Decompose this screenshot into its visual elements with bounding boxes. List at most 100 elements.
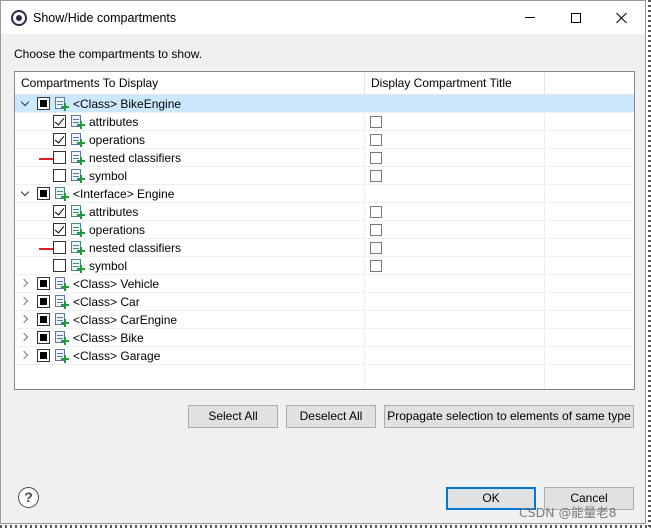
display-checkbox[interactable] [37, 187, 50, 200]
table-header: Compartments To Display Display Compartm… [15, 72, 634, 95]
display-checkbox[interactable] [37, 331, 50, 344]
title-bar[interactable]: Show/Hide compartments [1, 1, 645, 34]
row-tree-cell: <Class> BikeEngine [15, 95, 365, 113]
class-icon [54, 312, 69, 327]
row-title-cell [365, 131, 545, 149]
chevron-down-icon[interactable] [22, 99, 30, 107]
chevron-down-icon[interactable] [22, 189, 30, 197]
display-checkbox[interactable] [53, 169, 66, 182]
row-tree-cell: <Class> Bike [15, 329, 365, 347]
row-tree-cell: operations [15, 131, 365, 149]
table-body: <Class> BikeEngine attributes operations ne… [15, 95, 634, 365]
display-checkbox[interactable] [53, 115, 66, 128]
table-row[interactable]: symbol [15, 167, 634, 185]
row-tree-cell: <Class> Garage [15, 347, 365, 365]
interface-icon [70, 204, 85, 219]
row-title-cell [365, 293, 545, 311]
title-checkbox[interactable] [370, 134, 382, 146]
row-title-cell [365, 95, 545, 113]
interface-icon [54, 186, 69, 201]
compartments-table[interactable]: Compartments To Display Display Compartm… [14, 71, 635, 390]
display-checkbox[interactable] [53, 259, 66, 272]
table-row[interactable]: <Class> CarEngine [15, 311, 634, 329]
minimize-icon [525, 17, 535, 18]
table-row[interactable]: attributes [15, 113, 634, 131]
table-row[interactable]: <Class> Garage [15, 347, 634, 365]
dialog-window: Show/Hide compartments Choose the compar… [0, 0, 646, 524]
class-icon [54, 294, 69, 309]
row-label: nested classifiers [89, 241, 182, 255]
row-title-cell [365, 113, 545, 131]
row-label: <Class> BikeEngine [73, 97, 182, 111]
select-all-button[interactable]: Select All [188, 405, 278, 428]
title-checkbox[interactable] [370, 170, 382, 182]
class-icon [54, 276, 69, 291]
title-checkbox[interactable] [370, 242, 382, 254]
row-title-cell [365, 347, 545, 365]
row-label: <Class> Vehicle [73, 277, 160, 291]
class-icon [70, 132, 85, 147]
column-header-title[interactable]: Display Compartment Title [365, 72, 545, 95]
row-title-cell [365, 329, 545, 347]
table-row[interactable]: operations [15, 221, 634, 239]
title-checkbox[interactable] [370, 224, 382, 236]
class-icon [70, 168, 85, 183]
class-icon [54, 96, 69, 111]
row-label: attributes [89, 205, 139, 219]
row-label: <Class> CarEngine [73, 313, 178, 327]
table-row[interactable]: nested classifiers [15, 149, 634, 167]
display-checkbox[interactable] [53, 133, 66, 146]
class-icon [70, 150, 85, 165]
maximize-icon [571, 12, 581, 23]
column-header-compartments[interactable]: Compartments To Display [15, 72, 365, 95]
display-checkbox[interactable] [53, 151, 66, 164]
help-icon[interactable]: ? [18, 487, 39, 508]
chevron-right-icon[interactable] [21, 333, 29, 341]
chevron-right-icon[interactable] [21, 315, 29, 323]
table-row[interactable]: <Class> BikeEngine [15, 95, 634, 113]
chevron-right-icon[interactable] [21, 279, 29, 287]
table-row[interactable]: symbol [15, 257, 634, 275]
row-title-cell [365, 311, 545, 329]
title-checkbox[interactable] [370, 260, 382, 272]
display-checkbox[interactable] [37, 313, 50, 326]
close-icon [616, 12, 628, 24]
display-checkbox[interactable] [53, 223, 66, 236]
title-checkbox[interactable] [370, 152, 382, 164]
display-checkbox[interactable] [37, 277, 50, 290]
table-row[interactable]: nested classifiers [15, 239, 634, 257]
interface-icon [70, 240, 85, 255]
table-row[interactable]: attributes [15, 203, 634, 221]
row-label: operations [89, 133, 146, 147]
display-checkbox[interactable] [53, 241, 66, 254]
display-checkbox[interactable] [53, 205, 66, 218]
minimize-button[interactable] [507, 1, 553, 34]
table-row[interactable]: <Interface> Engine [15, 185, 634, 203]
table-row[interactable]: <Class> Car [15, 293, 634, 311]
row-title-cell [365, 167, 545, 185]
close-button[interactable] [599, 1, 645, 34]
row-label: attributes [89, 115, 139, 129]
table-row[interactable]: <Class> Vehicle [15, 275, 634, 293]
display-checkbox[interactable] [37, 97, 50, 110]
table-row[interactable]: <Class> Bike [15, 329, 634, 347]
row-tree-cell: symbol [15, 257, 365, 275]
display-checkbox[interactable] [37, 349, 50, 362]
chevron-right-icon[interactable] [21, 297, 29, 305]
row-title-cell [365, 185, 545, 203]
row-label: <Class> Bike [73, 331, 144, 345]
title-checkbox[interactable] [370, 206, 382, 218]
display-checkbox[interactable] [37, 295, 50, 308]
title-checkbox[interactable] [370, 116, 382, 128]
chevron-right-icon[interactable] [21, 351, 29, 359]
row-label: nested classifiers [89, 151, 182, 165]
deselect-all-button[interactable]: Deselect All [286, 405, 376, 428]
row-label: symbol [89, 169, 128, 183]
row-title-cell [365, 221, 545, 239]
row-title-cell [365, 257, 545, 275]
row-label: symbol [89, 259, 128, 273]
propagate-selection-button[interactable]: Propagate selection to elements of same … [384, 405, 634, 428]
maximize-button[interactable] [553, 1, 599, 34]
table-row[interactable]: operations [15, 131, 634, 149]
row-tree-cell: attributes [15, 203, 365, 221]
